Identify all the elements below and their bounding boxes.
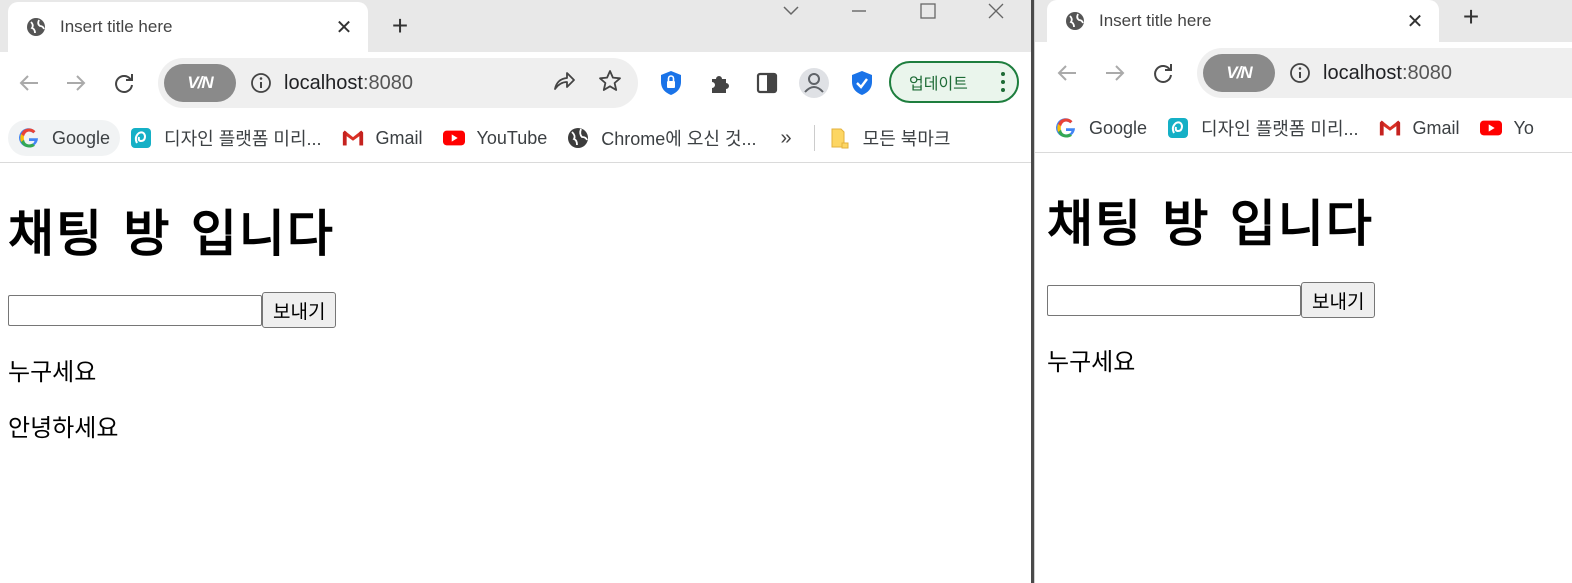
side-panel-icon[interactable] [750, 66, 784, 100]
forward-arrow-icon[interactable] [59, 66, 93, 100]
folder-icon [829, 127, 851, 149]
bookmarks-bar: Google 디자인 플랫폼 미리... Gmail Yo [1035, 104, 1572, 153]
youtube-icon [1479, 117, 1502, 139]
bookmark-label: Google [1089, 117, 1148, 138]
page-title: 채팅 방 입니다 [8, 205, 335, 263]
new-tab-button[interactable]: + [384, 10, 416, 42]
site-info-icon[interactable] [250, 72, 272, 94]
bookmark-label: Gmail [1412, 117, 1460, 138]
page-content: 채팅 방 입니다 보내기 누구세요 [1035, 154, 1572, 583]
tab-strip: Insert title here ✕ + [1035, 0, 1572, 42]
chat-form: 보내기 [1047, 282, 1376, 318]
tab-title: Insert title here [1099, 11, 1212, 30]
menu-kebab-icon[interactable] [1001, 71, 1005, 98]
update-button[interactable]: 업데이트 [889, 61, 1019, 103]
browser-toolbar: V/N localhost:8080 [1035, 42, 1572, 104]
browser-toolbar: V/N localhost:8080 [0, 52, 1031, 114]
bookmark-label: YouTube [476, 127, 548, 148]
url-text[interactable]: localhost:8080 [284, 72, 552, 95]
profile-avatar-icon[interactable] [797, 66, 831, 100]
browser-window-left: Insert title here ✕ + V/N localhost:8080… [0, 0, 1031, 583]
vpn-badge[interactable]: V/N [164, 64, 236, 102]
google-icon [18, 127, 40, 149]
bookmark-design-platform[interactable]: 디자인 플랫폼 미리... [120, 120, 331, 156]
all-bookmarks-folder[interactable]: 모든 북마크 [823, 120, 961, 156]
chat-form: 보내기 [8, 292, 337, 328]
password-shield-icon[interactable] [654, 66, 688, 100]
bookmarks-bar: Google 디자인 플랫폼 미리... Gmail YouTube Chrom… [0, 114, 1031, 163]
reload-icon[interactable] [107, 66, 141, 100]
update-label: 업데이트 [909, 76, 968, 93]
window-close-icon[interactable] [985, 0, 1007, 22]
share-icon[interactable] [552, 70, 576, 97]
url-port: :8080 [362, 71, 413, 94]
site-info-icon[interactable] [1289, 62, 1311, 84]
bookmark-label: Yo [1513, 117, 1534, 138]
page-title: 채팅 방 입니다 [1047, 195, 1374, 253]
gmail-icon [342, 127, 364, 149]
back-arrow-icon[interactable] [1050, 56, 1084, 90]
new-tab-button[interactable]: + [1455, 1, 1487, 33]
message-input[interactable] [1047, 284, 1301, 316]
tab-active[interactable]: Insert title here ✕ [1047, 0, 1439, 42]
bookmark-label: Chrome에 오신 것... [601, 129, 757, 149]
bookmark-label: Gmail [375, 127, 423, 148]
bookmark-star-icon[interactable] [598, 69, 622, 98]
google-icon [1055, 117, 1077, 139]
bookmark-design-platform[interactable]: 디자인 플랫폼 미리... [1157, 110, 1368, 146]
tab-active[interactable]: Insert title here ✕ [8, 2, 368, 52]
bookmark-youtube[interactable]: Yo [1470, 110, 1544, 146]
tab-title: Insert title here [60, 17, 173, 36]
chat-message: 누구세요 [1047, 348, 1136, 376]
globe-icon [26, 17, 46, 37]
reload-icon[interactable] [1146, 56, 1180, 90]
bookmark-label: 디자인 플랫폼 미리... [1201, 119, 1359, 139]
gmail-icon [1379, 117, 1401, 139]
page-content: 채팅 방 입니다 보내기 누구세요 안녕하세요 [0, 164, 1031, 583]
url-host: localhost [1323, 61, 1402, 84]
bookmark-google[interactable]: Google [8, 120, 121, 156]
send-button[interactable]: 보내기 [262, 292, 337, 328]
more-bookmarks-chevron-icon[interactable]: » [767, 127, 806, 150]
globe-icon [1065, 11, 1085, 31]
tab-close-icon[interactable]: ✕ [332, 15, 356, 39]
youtube-icon [442, 127, 465, 149]
minimize-icon[interactable] [848, 0, 870, 22]
url-port: :8080 [1401, 61, 1452, 84]
bookmark-google[interactable]: Google [1045, 110, 1157, 146]
security-check-shield-icon[interactable] [845, 66, 879, 100]
bookmark-gmail[interactable]: Gmail [332, 120, 433, 156]
vpn-badge[interactable]: V/N [1203, 54, 1275, 92]
tab-strip: Insert title here ✕ + [0, 0, 1031, 52]
address-bar[interactable]: V/N localhost:8080 [158, 58, 638, 108]
forward-arrow-icon[interactable] [1098, 56, 1132, 90]
extensions-puzzle-icon[interactable] [703, 66, 737, 100]
browser-window-right: Insert title here ✕ + V/N localhost:8080 [1034, 0, 1572, 583]
send-button[interactable]: 보내기 [1301, 282, 1376, 318]
tab-close-icon[interactable]: ✕ [1403, 9, 1427, 33]
bookmark-label: 모든 북마크 [862, 129, 951, 149]
url-host: localhost [284, 71, 363, 94]
bookmarks-divider [813, 125, 815, 151]
chat-message: 누구세요 [8, 358, 97, 386]
bookmark-gmail[interactable]: Gmail [1369, 110, 1470, 146]
bookmark-youtube[interactable]: YouTube [433, 120, 558, 156]
bookmark-chrome-welcome[interactable]: Chrome에 오신 것... [557, 120, 766, 156]
message-input[interactable] [8, 294, 262, 326]
chat-message: 안녕하세요 [8, 414, 119, 442]
back-arrow-icon[interactable] [12, 66, 46, 100]
design-platform-icon [130, 127, 152, 149]
chrome-globe-icon [567, 127, 589, 149]
address-bar[interactable]: V/N localhost:8080 [1197, 48, 1572, 98]
url-text[interactable]: localhost:8080 [1323, 62, 1572, 85]
maximize-icon[interactable] [917, 0, 939, 22]
bookmark-label: Google [52, 127, 111, 148]
tab-search-chevron-icon[interactable] [780, 0, 802, 22]
design-platform-icon [1167, 117, 1189, 139]
bookmark-label: 디자인 플랫폼 미리... [164, 129, 322, 149]
